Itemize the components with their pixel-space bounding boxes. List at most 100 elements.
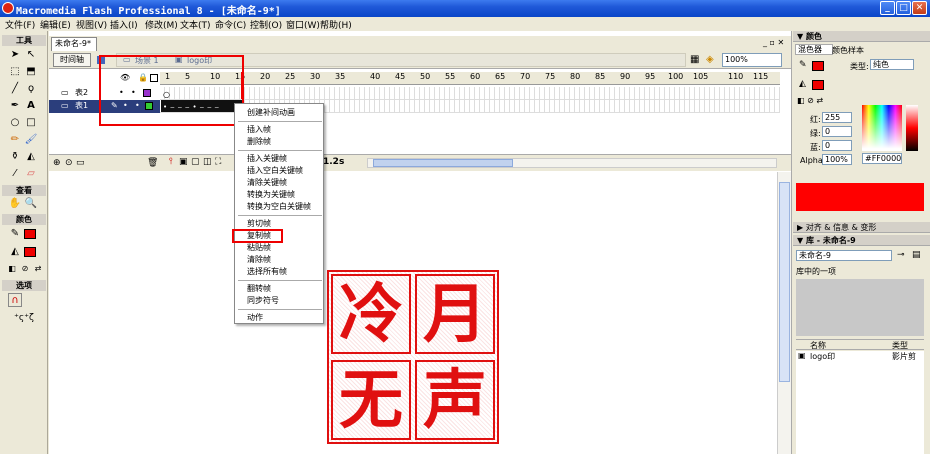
menu-item-delete-frame[interactable]: 删除帧 [247, 137, 271, 147]
menu-item-synchronize-symbols[interactable]: 同步符号 [247, 296, 279, 306]
layer-name[interactable]: 表1 [75, 100, 88, 112]
menu-modify[interactable]: 修改(M) [145, 18, 178, 31]
stage-vscroll[interactable] [777, 172, 791, 454]
onion-outline-icon[interactable]: ▢ [191, 157, 200, 167]
eraser-icon[interactable]: ▱ [24, 167, 38, 181]
stage-vscroll-thumb[interactable] [779, 182, 790, 382]
menu-item-convert-to-keyframe[interactable]: 转换为关键帧 [247, 190, 295, 200]
menu-view[interactable]: 视图(V) [76, 18, 107, 31]
menu-control[interactable]: 控制(O) [250, 18, 282, 31]
minimize-button[interactable]: _ [880, 1, 895, 15]
onion-skin-icon[interactable]: ▣ [179, 157, 188, 167]
menu-item-insert-blank-keyframe[interactable]: 插入空白关键帧 [247, 166, 303, 176]
menu-insert[interactable]: 插入(I) [110, 18, 138, 31]
oval-tool-icon[interactable]: ○ [8, 116, 22, 130]
timeline-toggle-button[interactable]: 时间轴 [53, 53, 91, 67]
menu-file[interactable]: 文件(F) [5, 18, 35, 31]
lasso-tool-icon[interactable]: ϙ [24, 82, 38, 96]
no-color-icon[interactable]: ⊘ [18, 262, 32, 276]
menu-help[interactable]: 帮助(H) [320, 18, 352, 31]
edit-scene-icon[interactable]: ▦ [690, 54, 699, 65]
seal-logo[interactable]: 冷 月 无 声 [327, 270, 499, 444]
align-panel-header[interactable]: ▶ 对齐 & 信息 & 变形 [793, 222, 930, 233]
pin-library-icon[interactable]: ⊸ [897, 250, 905, 260]
timeline-hscroll-thumb[interactable] [373, 159, 513, 167]
add-layer-icon[interactable]: ⊕ [53, 158, 61, 168]
edit-multiple-frames-icon[interactable]: ◫ [203, 157, 212, 167]
menu-item-cut-frames[interactable]: 剪切帧 [247, 219, 271, 229]
fill-color-swatch[interactable] [24, 247, 36, 257]
panel-fill-swatch[interactable] [812, 80, 824, 90]
menu-item-clear-keyframe[interactable]: 清除关键帧 [247, 178, 287, 188]
menu-text[interactable]: 文本(T) [180, 18, 211, 31]
zoom-tool-icon[interactable]: 🔍 [24, 197, 38, 211]
layer-frames[interactable] [160, 87, 780, 100]
brush-tool-icon[interactable]: 🖌 [24, 133, 38, 147]
rectangle-tool-icon[interactable]: □ [24, 116, 38, 130]
column-name[interactable]: 名称 [810, 340, 826, 351]
menu-item-insert-frame[interactable]: 插入帧 [247, 125, 271, 135]
menu-item-reverse-frames[interactable]: 翻转帧 [247, 284, 271, 294]
hex-input[interactable]: #FF0000 [862, 153, 902, 164]
panel-stroke-swatch[interactable] [812, 61, 824, 71]
black-white-icon[interactable]: ◧ [5, 262, 19, 276]
brightness-slider[interactable] [906, 105, 918, 151]
trash-icon[interactable]: 🗑 [147, 158, 158, 168]
stroke-color-icon[interactable]: ✎ [8, 227, 22, 241]
red-input[interactable]: 255 [822, 112, 852, 123]
panel-color-buttons-icon[interactable]: ◧ ⊘ ⇄ [797, 96, 823, 105]
library-item[interactable]: ▣ logo印 影片剪 [796, 351, 924, 363]
hand-tool-icon[interactable]: ✋ [8, 197, 22, 211]
ink-bottle-icon[interactable]: ⚱ [8, 150, 22, 164]
edit-symbol-icon[interactable]: ◈ [706, 54, 714, 65]
blue-input[interactable]: 0 [822, 140, 852, 151]
green-input[interactable]: 0 [822, 126, 852, 137]
color-panel-header[interactable]: ▼ 颜色 [793, 31, 930, 42]
eyedropper-icon[interactable]: ⁄ [8, 167, 22, 181]
menu-edit[interactable]: 编辑(E) [40, 18, 71, 31]
add-guide-icon[interactable]: ⊙ [65, 158, 73, 168]
doc-window-controls[interactable]: _ ▫ ✕ [763, 38, 784, 47]
library-item-name[interactable]: logo印 [810, 351, 835, 362]
library-panel-header[interactable]: ▼ 库 - 未命名-9 [793, 235, 930, 246]
column-type[interactable]: 类型 [892, 340, 908, 351]
close-button[interactable]: ✕ [912, 1, 927, 15]
zoom-select[interactable]: 100% [722, 53, 782, 67]
document-tab[interactable]: 未命名-9* [51, 37, 97, 51]
center-frame-icon[interactable]: ⫯ [169, 157, 173, 167]
menu-window[interactable]: 窗口(W) [286, 18, 320, 31]
snap-magnet-icon[interactable]: ∩ [8, 293, 22, 307]
add-folder-icon[interactable]: ▭ [76, 158, 85, 168]
swap-colors-icon[interactable]: ⇄ [31, 262, 45, 276]
menu-item-select-all-frames[interactable]: 选择所有帧 [247, 267, 287, 277]
layer-name[interactable]: 表2 [75, 87, 88, 99]
alpha-input[interactable]: 100% [822, 154, 852, 165]
fill-color-icon[interactable]: ◭ [8, 245, 22, 259]
tab-color-mixer[interactable]: 混色器 [795, 44, 833, 55]
library-select[interactable]: 未命名-9 [796, 250, 892, 261]
paint-bucket-icon[interactable]: ◭ [24, 150, 38, 164]
pencil-tool-icon[interactable]: ✏ [8, 133, 22, 147]
fill-transform-icon[interactable]: ⬒ [24, 65, 38, 79]
menu-item-convert-to-blank-keyframe[interactable]: 转换为空白关键帧 [247, 202, 311, 212]
menu-item-create-motion-tween[interactable]: 创建补间动画 [247, 108, 295, 118]
tab-color-swatches[interactable]: 颜色样本 [832, 45, 864, 56]
fill-type-select[interactable]: 纯色 [870, 59, 914, 70]
free-transform-icon[interactable]: ⬚ [8, 65, 22, 79]
smooth-straighten-icon[interactable]: ⁺ς⁺ζ [8, 311, 40, 325]
pen-tool-icon[interactable]: ✒ [8, 99, 22, 113]
onion-markers-icon[interactable]: ⛶ [215, 157, 221, 167]
text-tool-icon[interactable]: A [24, 99, 38, 113]
line-tool-icon[interactable]: ╱ [8, 82, 22, 96]
new-library-panel-icon[interactable]: ▤ [912, 250, 921, 260]
color-spectrum[interactable] [862, 105, 902, 151]
menu-item-clear-frames[interactable]: 清除帧 [247, 255, 271, 265]
menu-item-insert-keyframe[interactable]: 插入关键帧 [247, 154, 287, 164]
subselect-tool-icon[interactable]: ↖ [24, 48, 38, 62]
maximize-button[interactable]: □ [896, 1, 911, 15]
menu-item-paste-frames[interactable]: 粘贴帧 [247, 243, 271, 253]
arrow-tool-icon[interactable]: ➤ [8, 48, 22, 62]
menu-commands[interactable]: 命令(C) [215, 18, 246, 31]
menu-item-actions[interactable]: 动作 [247, 313, 263, 323]
stroke-color-swatch[interactable] [24, 229, 36, 239]
